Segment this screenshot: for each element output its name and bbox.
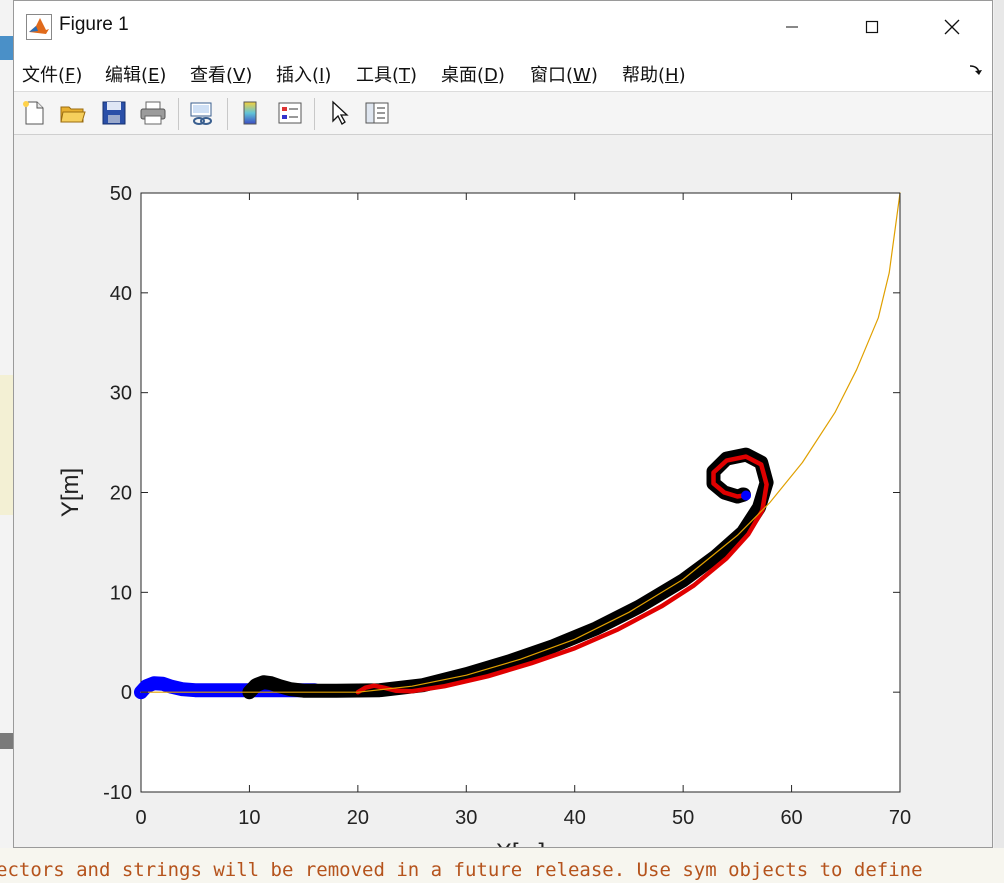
series-end-marker [741, 490, 752, 501]
x-tick-label: 70 [889, 807, 911, 829]
y-tick-label: 50 [110, 183, 132, 205]
y-tick-label: 20 [110, 483, 132, 505]
x-tick-label: 30 [455, 807, 477, 829]
x-tick-label: 50 [672, 807, 694, 829]
x-axis-label: X[m] [496, 839, 545, 847]
x-tick-label: 0 [135, 807, 146, 829]
background-scrollbar [0, 733, 14, 749]
plot-canvas[interactable]: 010203040506070-1001020304050 X[m] Y[m] [14, 1, 992, 847]
y-tick-label: 0 [121, 682, 132, 704]
background-editor-strip [0, 36, 14, 60]
y-tick-label: 30 [110, 383, 132, 405]
x-tick-label: 10 [238, 807, 260, 829]
x-tick-label: 40 [564, 807, 586, 829]
y-axis-label: Y[m] [57, 468, 84, 517]
y-tick-label: 10 [110, 582, 132, 604]
y-tick-label: -10 [103, 782, 132, 804]
background-editor-right [994, 0, 1004, 848]
background-console-text: ectors and strings will be removed in a … [0, 848, 1004, 883]
background-editor-strip [0, 375, 14, 515]
x-tick-label: 20 [347, 807, 369, 829]
y-tick-label: 40 [110, 283, 132, 305]
figure-window: Figure 1 文件(F) 编辑(E) 查看(V) 插入(I) 工具(T) 桌… [13, 0, 993, 848]
axes-background [140, 192, 901, 793]
x-tick-label: 60 [780, 807, 802, 829]
